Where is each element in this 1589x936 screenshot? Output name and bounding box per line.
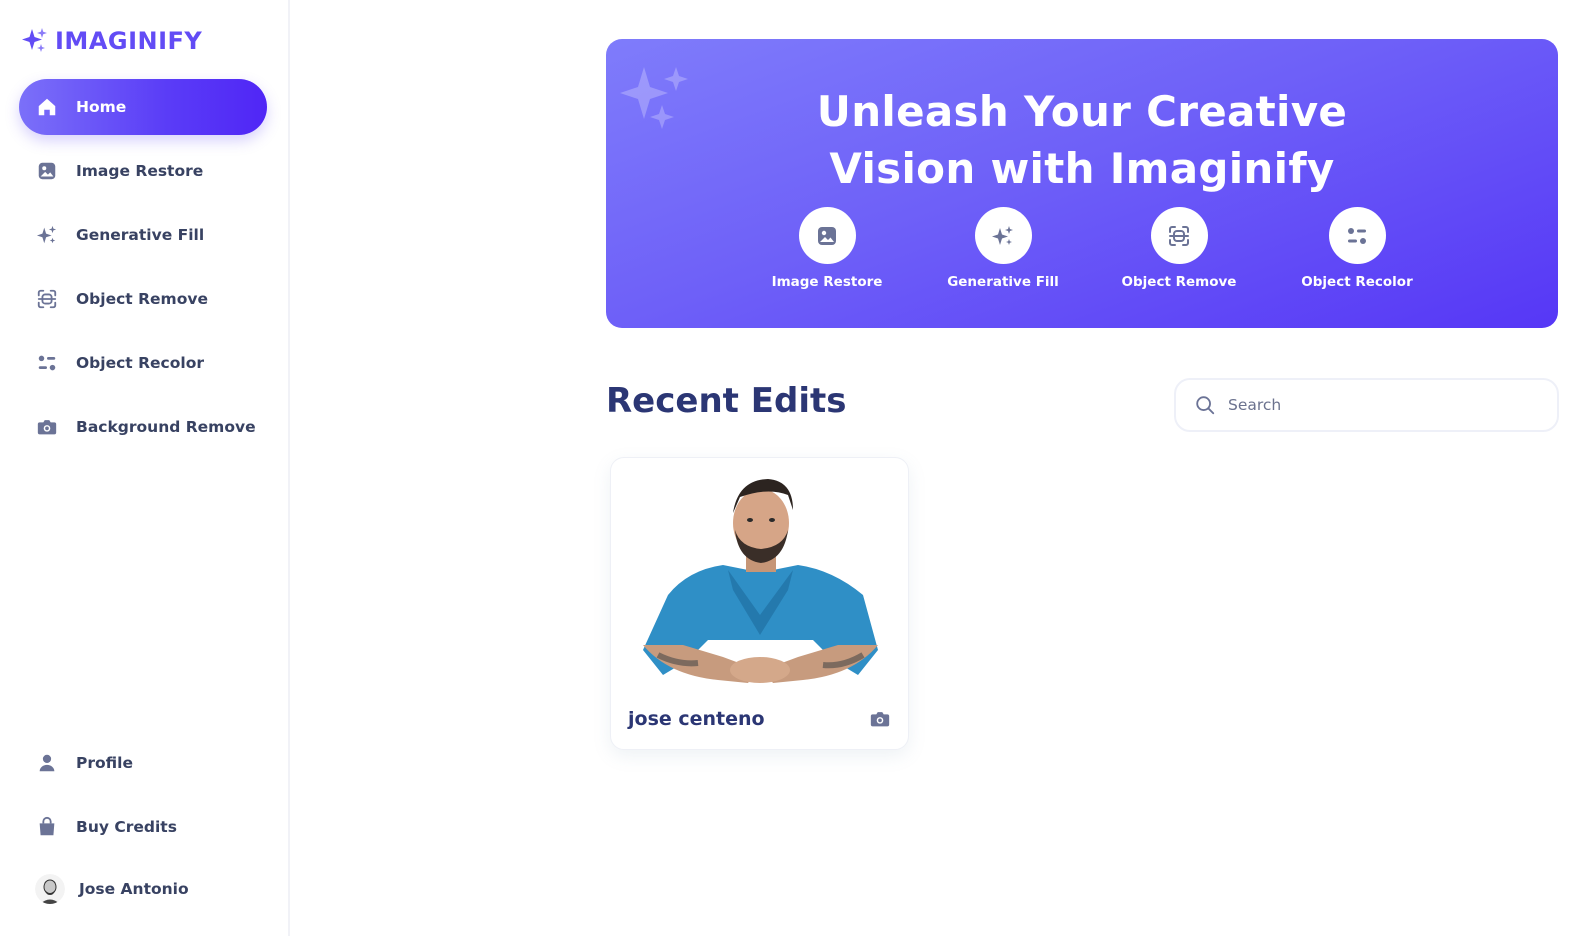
logo-sparkle-icon bbox=[22, 28, 47, 52]
image-icon bbox=[35, 159, 59, 183]
quick-link-label: Generative Fill bbox=[947, 274, 1059, 290]
quick-link-label: Object Recolor bbox=[1301, 274, 1413, 290]
sidebar-item-background-remove[interactable]: Background Remove bbox=[19, 399, 267, 455]
scan-icon bbox=[1169, 225, 1189, 246]
sidebar-item-generative-fill[interactable]: Generative Fill bbox=[19, 207, 267, 263]
quick-link-object-remove[interactable]: Object Remove bbox=[1104, 207, 1254, 290]
logo[interactable]: IMAGINIFY bbox=[19, 26, 202, 56]
sidebar-item-object-recolor[interactable]: Object Recolor bbox=[19, 335, 267, 391]
sidebar-item-home[interactable]: Home bbox=[19, 79, 267, 135]
sidebar-item-label: Background Remove bbox=[76, 418, 256, 436]
quick-link-image-restore[interactable]: Image Restore bbox=[752, 207, 902, 290]
sidebar-nav: Home Image Restore Generative Fill Objec… bbox=[19, 79, 267, 463]
sidebar: IMAGINIFY Home Image Restore Generative … bbox=[0, 0, 290, 936]
user-button[interactable]: Jose Antonio bbox=[19, 863, 267, 915]
avatar[interactable] bbox=[35, 874, 65, 904]
sidebar-item-label: Object Recolor bbox=[76, 354, 204, 372]
home-icon bbox=[35, 95, 59, 119]
quick-link-generative-fill[interactable]: Generative Fill bbox=[928, 207, 1078, 290]
image-icon bbox=[818, 226, 836, 245]
sidebar-item-label: Object Remove bbox=[76, 290, 208, 308]
search-input[interactable] bbox=[1228, 396, 1528, 414]
sparkles-icon bbox=[35, 223, 59, 247]
recent-edits-title: Recent Edits bbox=[606, 381, 847, 421]
quick-link-circle[interactable] bbox=[1150, 207, 1208, 264]
sidebar-item-label: Home bbox=[76, 98, 127, 116]
banner-title-line-2: Vision with Imaginify bbox=[829, 144, 1335, 193]
camera-icon bbox=[35, 415, 59, 439]
user-name: Jose Antonio bbox=[79, 880, 189, 898]
quick-link-circle[interactable] bbox=[974, 207, 1032, 264]
camera-icon bbox=[870, 712, 890, 727]
quick-link-object-recolor[interactable]: Object Recolor bbox=[1282, 207, 1432, 290]
search-icon bbox=[1196, 396, 1215, 415]
sidebar-item-profile[interactable]: Profile bbox=[19, 735, 267, 791]
hero-banner: Unleash Your Creative Vision with Imagin… bbox=[606, 39, 1558, 328]
search-box[interactable] bbox=[1174, 378, 1559, 432]
sidebar-item-image-restore[interactable]: Image Restore bbox=[19, 143, 267, 199]
user-icon bbox=[35, 751, 59, 775]
sidebar-item-buy-credits[interactable]: Buy Credits bbox=[19, 799, 267, 855]
quick-link-label: Object Remove bbox=[1121, 274, 1237, 290]
card-image[interactable] bbox=[628, 475, 893, 685]
banner-title-line-1: Unleash Your Creative bbox=[816, 87, 1348, 136]
sparkles-icon bbox=[992, 225, 1013, 245]
scan-icon bbox=[35, 287, 59, 311]
quick-link-circle[interactable] bbox=[1328, 207, 1386, 264]
card-footer: jose centeno bbox=[628, 708, 891, 730]
sidebar-item-label: Profile bbox=[76, 754, 133, 772]
banner-title: Unleash Your Creative Vision with Imagin… bbox=[606, 83, 1558, 197]
sidebar-item-label: Generative Fill bbox=[76, 226, 205, 244]
sidebar-bottom: Profile Buy Credits Jose Antonio bbox=[19, 735, 267, 915]
card-title: jose centeno bbox=[628, 708, 765, 730]
quick-link-label: Image Restore bbox=[771, 274, 883, 290]
image-card[interactable]: jose centeno bbox=[610, 457, 909, 750]
sidebar-item-label: Image Restore bbox=[76, 162, 204, 180]
filter-icon bbox=[35, 351, 59, 375]
sidebar-item-label: Buy Credits bbox=[76, 818, 177, 836]
filter-icon bbox=[1348, 227, 1366, 244]
sidebar-item-object-remove[interactable]: Object Remove bbox=[19, 271, 267, 327]
bag-icon bbox=[35, 815, 59, 839]
logo-text: IMAGINIFY bbox=[55, 27, 203, 55]
quick-link-circle[interactable] bbox=[798, 207, 856, 264]
